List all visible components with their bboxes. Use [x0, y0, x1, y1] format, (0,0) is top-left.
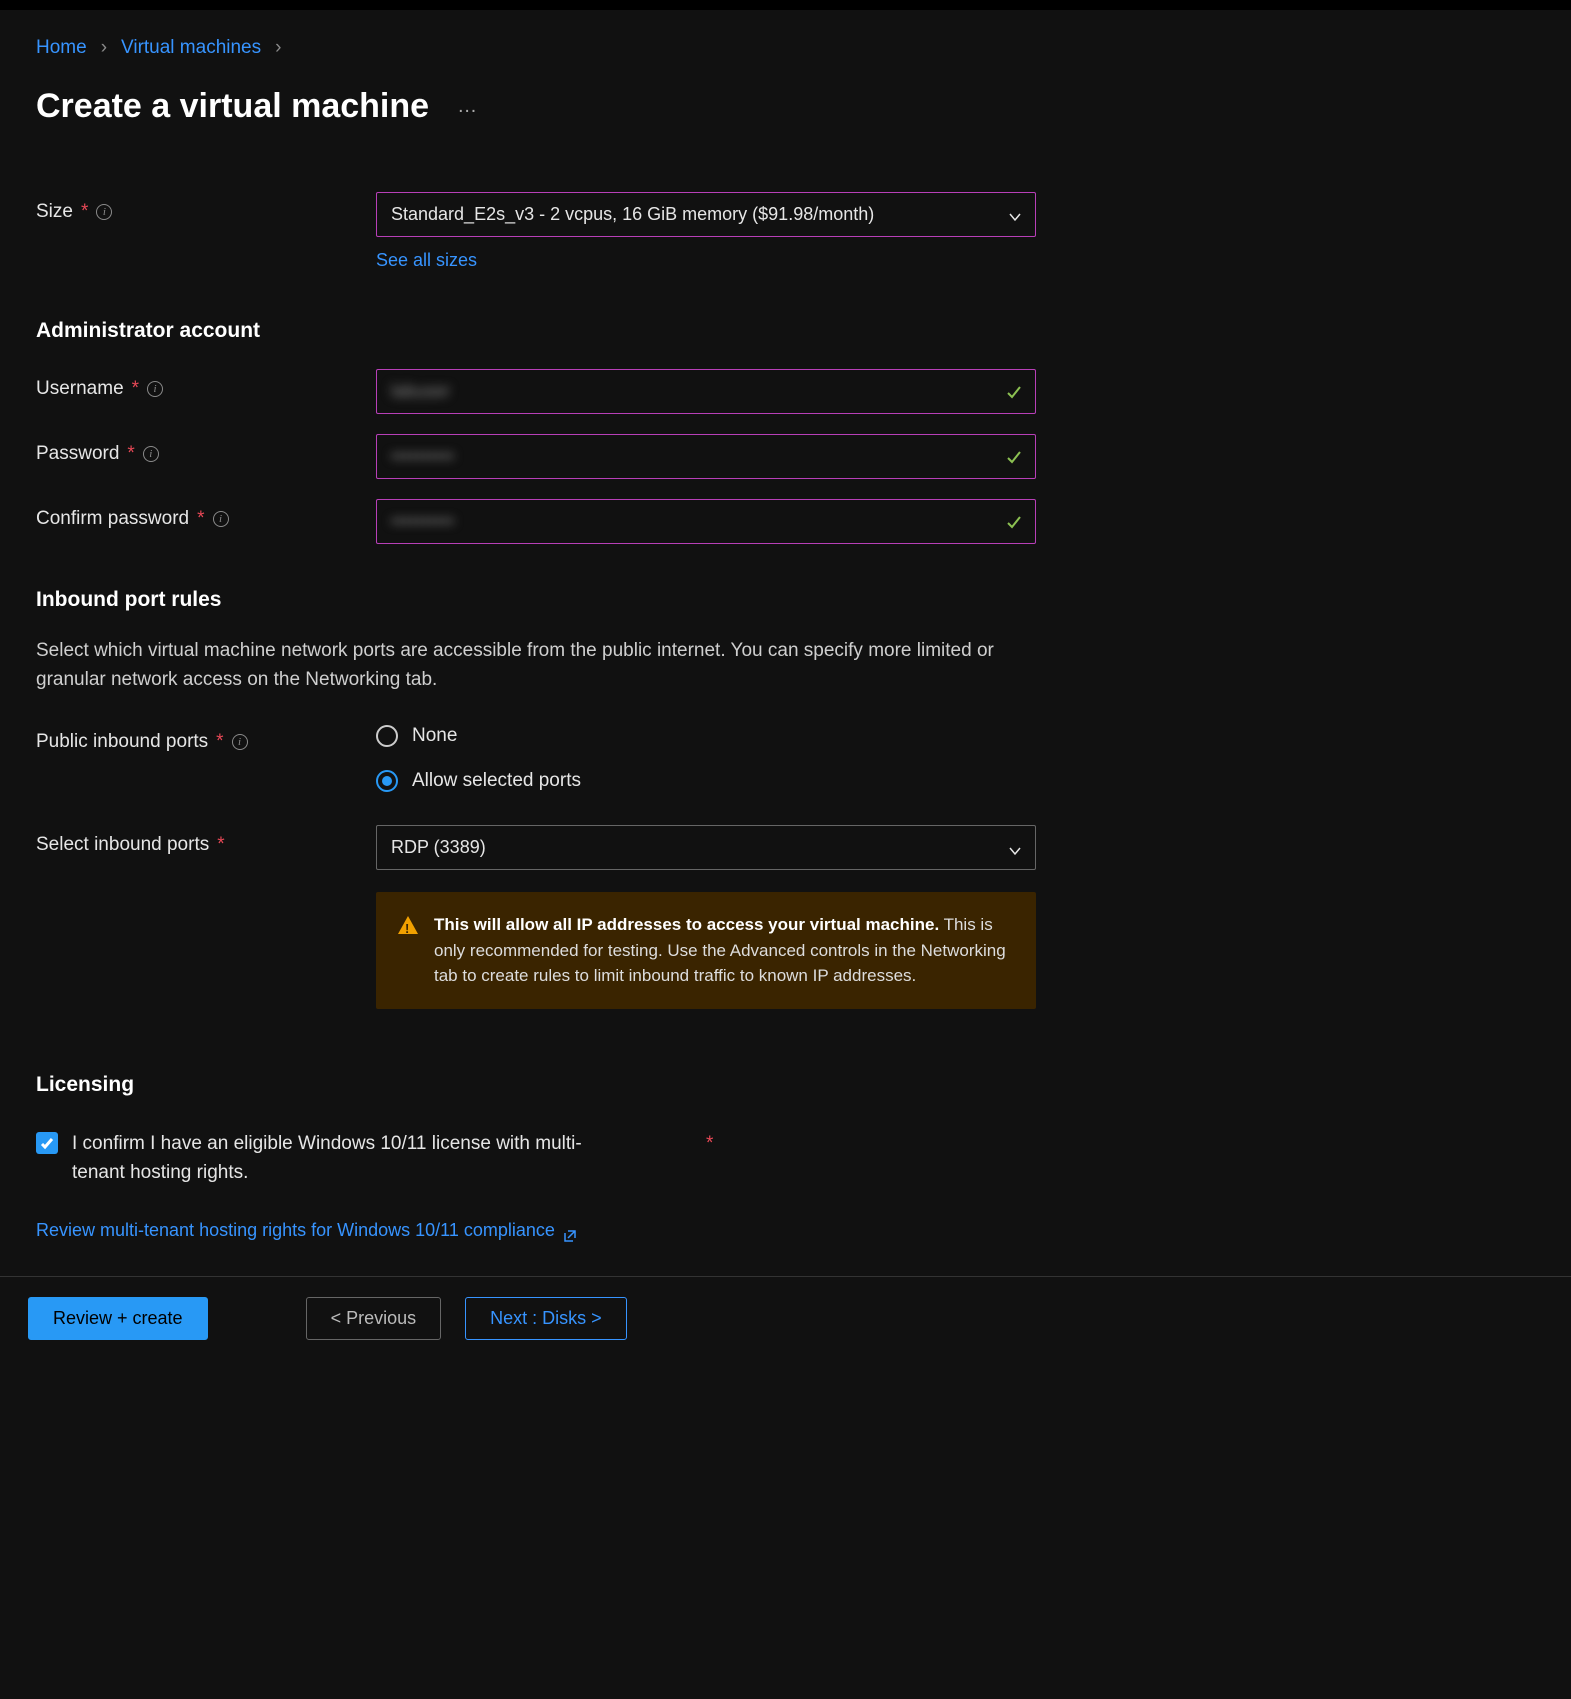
- confirm-password-label: Confirm password: [36, 505, 189, 534]
- size-select[interactable]: Standard_E2s_v3 - 2 vcpus, 16 GiB memory…: [376, 192, 1036, 237]
- required-icon: *: [216, 728, 223, 757]
- check-icon: [1005, 447, 1023, 465]
- warning-bold: This will allow all IP addresses to acce…: [434, 915, 939, 934]
- more-actions-icon[interactable]: …: [457, 91, 479, 121]
- username-field[interactable]: labuser: [376, 369, 1036, 414]
- licensing-checkbox[interactable]: [36, 1132, 58, 1154]
- radio-icon: [376, 725, 398, 747]
- radio-allow-label: Allow selected ports: [412, 767, 581, 796]
- licensing-heading: Licensing: [36, 1069, 1535, 1101]
- chevron-right-icon: ›: [275, 34, 281, 63]
- required-icon: *: [81, 198, 88, 227]
- chevron-down-icon: [1007, 840, 1023, 856]
- previous-button[interactable]: < Previous: [306, 1297, 442, 1340]
- info-icon[interactable]: i: [147, 381, 163, 397]
- radio-allow-selected[interactable]: Allow selected ports: [376, 767, 1036, 796]
- required-icon: *: [132, 375, 139, 404]
- info-icon[interactable]: i: [213, 511, 229, 527]
- review-create-button[interactable]: Review + create: [28, 1297, 208, 1340]
- licensing-link-text: Review multi-tenant hosting rights for W…: [36, 1217, 555, 1244]
- username-label: Username: [36, 375, 124, 404]
- required-icon: *: [217, 831, 224, 860]
- inbound-description: Select which virtual machine network por…: [36, 637, 996, 694]
- chevron-right-icon: ›: [101, 34, 107, 63]
- required-icon: *: [706, 1130, 713, 1159]
- size-label: Size: [36, 198, 73, 227]
- next-disks-button[interactable]: Next : Disks >: [465, 1297, 627, 1340]
- required-icon: *: [127, 440, 134, 469]
- warning-icon: [398, 916, 418, 934]
- inbound-heading: Inbound port rules: [36, 584, 1535, 616]
- select-ports-label: Select inbound ports: [36, 831, 209, 860]
- footer-actions: Review + create < Previous Next : Disks …: [0, 1276, 1571, 1360]
- check-icon: [1005, 382, 1023, 400]
- check-icon: [1005, 512, 1023, 530]
- radio-none[interactable]: None: [376, 722, 1036, 751]
- username-value: labuser: [391, 378, 450, 405]
- password-field[interactable]: ••••••••••: [376, 434, 1036, 479]
- licensing-checkbox-label: I confirm I have an eligible Windows 10/…: [72, 1130, 632, 1187]
- licensing-review-link[interactable]: Review multi-tenant hosting rights for W…: [36, 1217, 577, 1244]
- confirm-password-value: ••••••••••: [391, 508, 454, 535]
- inbound-ports-select[interactable]: RDP (3389): [376, 825, 1036, 870]
- required-icon: *: [197, 505, 204, 534]
- public-ports-label: Public inbound ports: [36, 728, 208, 757]
- see-all-sizes-link[interactable]: See all sizes: [376, 247, 477, 274]
- admin-heading: Administrator account: [36, 315, 1535, 347]
- page-title: Create a virtual machine: [36, 81, 429, 132]
- confirm-password-field[interactable]: ••••••••••: [376, 499, 1036, 544]
- info-icon[interactable]: i: [96, 204, 112, 220]
- breadcrumb: Home › Virtual machines ›: [36, 34, 1535, 63]
- warning-box: This will allow all IP addresses to acce…: [376, 892, 1036, 1009]
- password-label: Password: [36, 440, 119, 469]
- inbound-ports-value: RDP (3389): [391, 834, 486, 861]
- breadcrumb-home[interactable]: Home: [36, 34, 87, 63]
- info-icon[interactable]: i: [232, 734, 248, 750]
- external-link-icon: [563, 1224, 577, 1238]
- radio-none-label: None: [412, 722, 457, 751]
- info-icon[interactable]: i: [143, 446, 159, 462]
- chevron-down-icon: [1007, 206, 1023, 222]
- size-value: Standard_E2s_v3 - 2 vcpus, 16 GiB memory…: [391, 201, 874, 228]
- password-value: ••••••••••: [391, 443, 454, 470]
- breadcrumb-vm[interactable]: Virtual machines: [121, 34, 261, 63]
- radio-icon: [376, 770, 398, 792]
